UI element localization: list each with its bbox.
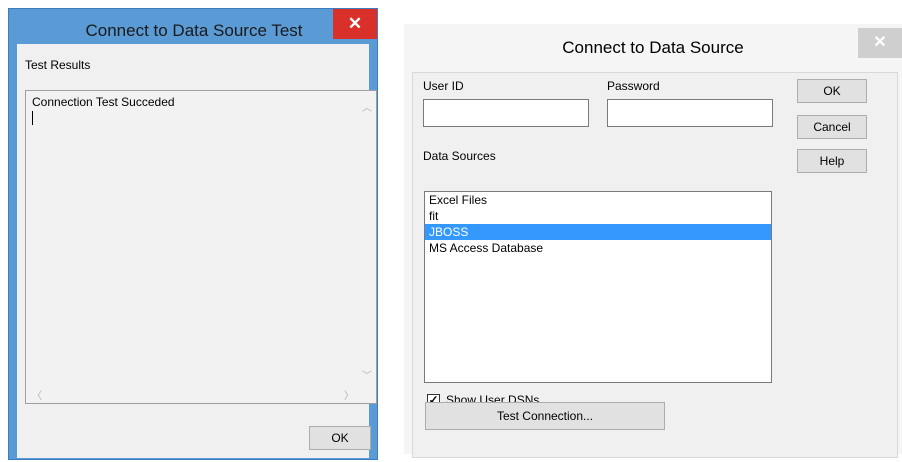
ok-button[interactable]: OK — [797, 79, 867, 103]
scroll-left-icon[interactable]: 〈 — [32, 387, 42, 402]
dialog-title: Connect to Data Source — [562, 38, 744, 57]
test-results-box[interactable]: Connection Test Succeded ︿ ﹀ 〈 〉 — [25, 90, 377, 404]
close-icon[interactable]: ✕ — [333, 9, 377, 39]
scroll-up-icon[interactable]: ︿ — [362, 99, 372, 114]
connection-test-dialog: Connect to Data Source Test ✕ Test Resul… — [8, 8, 378, 460]
test-results-label: Test Results — [25, 58, 91, 72]
dialog-title: Connect to Data Source Test — [85, 21, 303, 40]
list-item[interactable]: fit — [425, 208, 771, 224]
dialog-body: User ID Password Data Sources Excel File… — [412, 72, 898, 458]
user-id-field[interactable] — [423, 99, 589, 127]
data-sources-list[interactable]: Excel Files fit JBOSS MS Access Database — [424, 191, 772, 383]
text-caret — [32, 111, 33, 125]
test-connection-button[interactable]: Test Connection... — [425, 402, 665, 430]
password-field[interactable] — [607, 99, 773, 127]
connect-data-source-dialog: Connect to Data Source ✕ User ID Passwor… — [404, 24, 902, 458]
cancel-button[interactable]: Cancel — [797, 115, 867, 139]
help-button[interactable]: Help — [797, 149, 867, 173]
close-icon[interactable]: ✕ — [858, 28, 902, 58]
scroll-right-icon[interactable]: 〉 — [344, 387, 354, 402]
list-item[interactable]: MS Access Database — [425, 240, 771, 256]
user-id-label: User ID — [423, 79, 464, 93]
scroll-down-icon[interactable]: ﹀ — [362, 367, 372, 382]
password-label: Password — [607, 79, 660, 93]
ok-button[interactable]: OK — [309, 426, 371, 450]
dialog-titlebar[interactable]: Connect to Data Source ✕ — [404, 24, 902, 64]
data-sources-label: Data Sources — [423, 149, 496, 163]
result-text: Connection Test Succeded — [32, 95, 175, 109]
list-item-selected[interactable]: JBOSS — [425, 224, 771, 240]
dialog-body: Test Results Connection Test Succeded ︿ … — [17, 44, 377, 458]
list-item[interactable]: Excel Files — [425, 192, 771, 208]
